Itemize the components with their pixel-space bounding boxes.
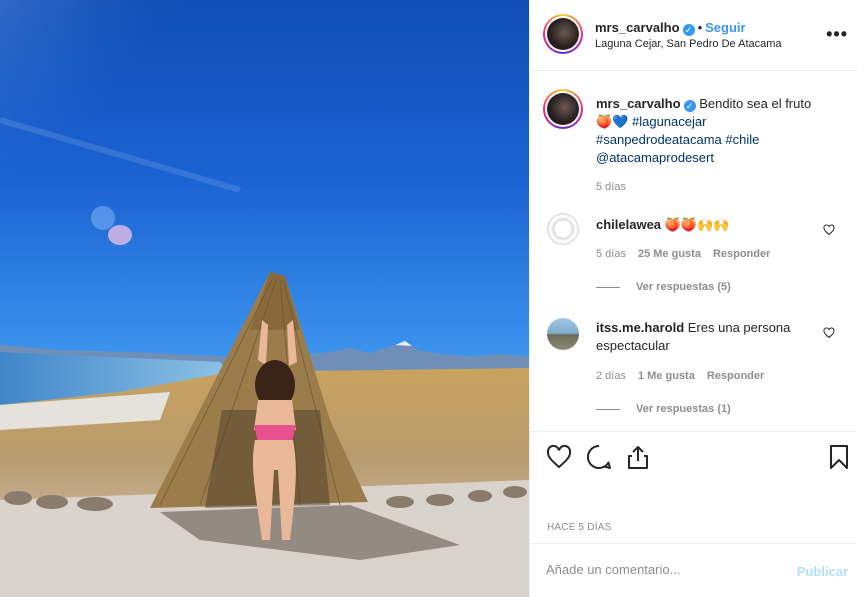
verified-icon: ✓ — [682, 24, 695, 36]
post-details-panel: mrs_carvalho ✓ • Seguir Laguna Cejar, San P… — [529, 0, 857, 597]
caption-text: Bendito sea el fruto — [699, 96, 812, 111]
comment-like-icon[interactable] — [823, 327, 835, 339]
comment-avatar[interactable] — [547, 318, 579, 350]
caption: mrs_carvalho ✓ Bendito sea el fruto 🍑💙 #l… — [596, 95, 826, 167]
author-username[interactable]: mrs_carvalho — [595, 20, 680, 35]
comment-meta: 2 días 1 Me gusta Responder — [596, 370, 764, 382]
heart-icon[interactable] — [546, 444, 572, 470]
view-replies-button[interactable]: Ver respuestas (1) — [596, 403, 731, 415]
comment-avatar[interactable] — [547, 213, 579, 245]
post-location[interactable]: Laguna Cejar, San Pedro De Atacama — [595, 38, 782, 50]
hashtag-lagunacejar[interactable]: #lagunacejar — [632, 114, 706, 129]
comment-body: itss.me.harold Eres una persona espectac… — [596, 319, 806, 355]
comment-username[interactable]: itss.me.harold — [596, 320, 684, 335]
comment-username[interactable]: chilelawea — [596, 217, 661, 232]
mention-atacamaprodesert[interactable]: @atacamaprodesert — [596, 150, 714, 165]
comment-likes[interactable]: 25 Me gusta — [638, 248, 701, 260]
caption-username[interactable]: mrs_carvalho — [596, 96, 681, 111]
comment-likes[interactable]: 1 Me gusta — [638, 370, 695, 382]
photo-illustration — [0, 0, 529, 597]
comment-meta: 5 días 25 Me gusta Responder — [596, 248, 770, 260]
view-replies-button[interactable]: Ver respuestas (5) — [596, 281, 731, 293]
bookmark-icon[interactable] — [826, 444, 852, 470]
verified-icon: ✓ — [683, 100, 696, 112]
separator-dot: • — [697, 20, 703, 35]
caption-time[interactable]: 5 días — [596, 181, 626, 193]
comment-time[interactable]: 5 días — [596, 248, 626, 260]
caption-avatar[interactable] — [543, 89, 583, 129]
header-title-row: mrs_carvalho ✓ • Seguir — [595, 20, 746, 36]
hashtag-sanpedrodeatacama[interactable]: #sanpedrodeatacama — [596, 132, 722, 147]
reply-button[interactable]: Responder — [707, 370, 764, 382]
comment-like-icon[interactable] — [823, 224, 835, 236]
post-actions: HACE 5 DÍAS — [530, 431, 857, 543]
divider-line — [596, 286, 620, 288]
follow-button[interactable]: Seguir — [705, 20, 745, 35]
comment-icon[interactable] — [586, 444, 612, 470]
hashtag-chile[interactable]: #chile — [725, 132, 759, 147]
comment-bar: Publicar — [530, 543, 857, 597]
view-replies-label: Ver respuestas (5) — [636, 281, 731, 293]
publish-button[interactable]: Publicar — [797, 564, 848, 579]
view-replies-label: Ver respuestas (1) — [636, 403, 731, 415]
comment-body: chilelawea 🍑🍑🙌🙌 — [596, 216, 816, 234]
post-time-ago[interactable]: HACE 5 DÍAS — [547, 522, 611, 533]
share-icon[interactable] — [625, 444, 651, 470]
caption-emoji: 🍑💙 — [596, 114, 629, 129]
author-avatar[interactable] — [543, 14, 583, 54]
more-icon[interactable]: ••• — [826, 24, 848, 45]
comment-input[interactable] — [546, 562, 776, 577]
comment-time[interactable]: 2 días — [596, 370, 626, 382]
divider-line — [596, 408, 620, 410]
post-photo[interactable] — [0, 0, 529, 597]
reply-button[interactable]: Responder — [713, 248, 770, 260]
post-header: mrs_carvalho ✓ • Seguir Laguna Cejar, San P… — [530, 0, 857, 71]
comment-text: 🍑🍑🙌🙌 — [664, 217, 730, 232]
